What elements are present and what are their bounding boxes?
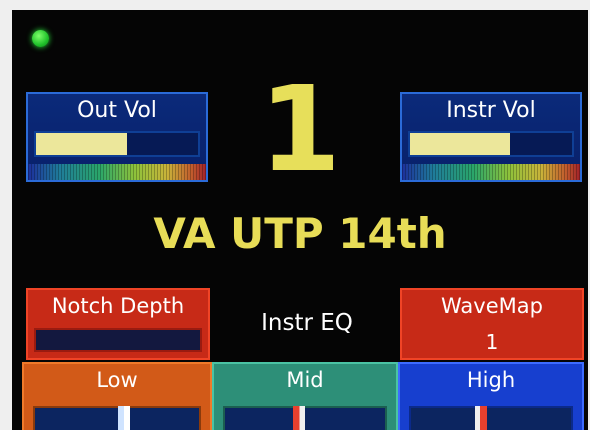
eq-mid-label: Mid [286,368,324,392]
eq-mid-slider[interactable] [223,406,387,430]
instr-vol-bar[interactable] [408,131,574,157]
eq-mid-control[interactable]: Mid [212,362,398,430]
notch-depth-bar[interactable] [34,328,202,352]
wavemap-label: WaveMap [441,294,543,318]
notch-depth-control[interactable]: Notch Depth [26,288,210,360]
eq-mid-thumb[interactable] [292,406,305,430]
out-vol-level-meter [28,164,206,180]
eq-low-thumb[interactable] [117,406,130,430]
instr-eq-label: Instr EQ [261,310,353,336]
eq-low-label: Low [96,368,138,392]
wavemap-value: 1 [485,330,499,354]
notch-depth-label: Notch Depth [51,294,185,318]
instr-vol-control[interactable]: Instr Vol [400,92,582,182]
instr-vol-fill [410,133,511,155]
preset-number: 1 [258,60,342,198]
instr-vol-level-meter [402,164,580,180]
instr-vol-label: Instr Vol [446,98,536,123]
device-screen: Out Vol 1 Instr Vol VA UTP 14th Notch De… [12,10,588,430]
out-vol-fill [36,133,127,155]
eq-high-label: High [466,368,516,392]
eq-low-slider[interactable] [33,406,201,430]
status-led-icon [32,30,49,47]
out-vol-bar[interactable] [34,131,200,157]
eq-low-control[interactable]: Low [22,362,212,430]
wavemap-control[interactable]: WaveMap 1 [400,288,584,360]
out-vol-control[interactable]: Out Vol [26,92,208,182]
out-vol-label: Out Vol [77,98,157,123]
eq-high-thumb[interactable] [475,406,488,430]
preset-name: VA UTP 14th [153,209,447,258]
eq-high-slider[interactable] [409,406,573,430]
eq-high-control[interactable]: High [398,362,584,430]
